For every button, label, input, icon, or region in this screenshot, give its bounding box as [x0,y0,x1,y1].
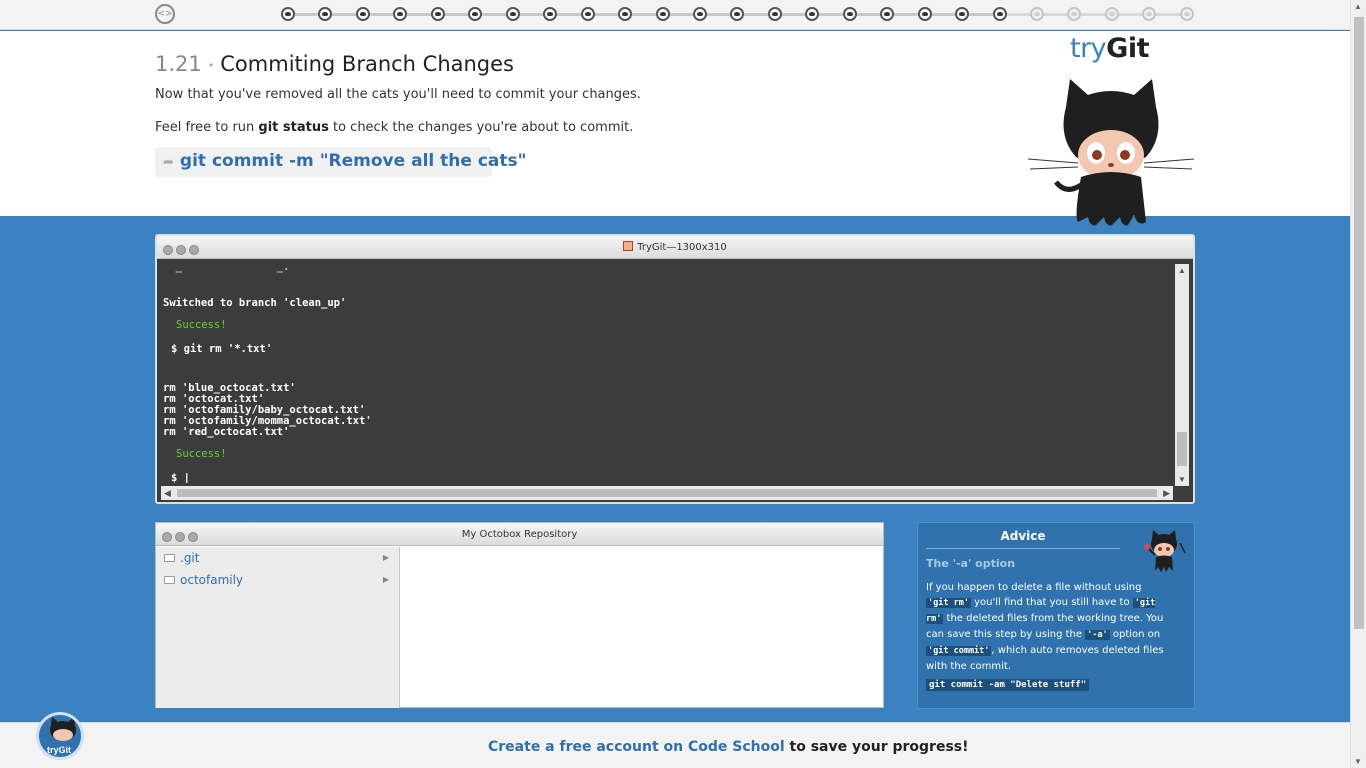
progress-step-16[interactable] [842,7,857,21]
maximize-icon[interactable] [188,532,198,542]
terminal-prompt-line: $ git rm '*.txt' [171,343,273,355]
progress-step-6[interactable] [468,7,483,21]
progress-step-15[interactable] [805,7,820,21]
file-browser: .git ▶ octofamily ▶ [156,547,400,708]
progress-step-21[interactable] [1030,7,1044,21]
lesson-title: Commiting Branch Changes [220,52,514,76]
success-line: Success! [176,448,227,460]
repository-window: My Octobox Repository .git ▶ octofamily … [155,522,884,708]
progress-step-20[interactable] [992,7,1007,21]
truncated-line: _ _. [163,261,290,273]
trygit-logo: tryGit [1070,33,1149,64]
progress-step-8[interactable] [543,7,558,21]
minimize-icon[interactable] [176,245,186,255]
window-controls[interactable] [162,529,201,547]
octocat-illustration [1027,79,1195,226]
scroll-down-icon[interactable]: ▼ [1175,475,1189,484]
scroll-right-icon[interactable]: ▶ [1163,486,1170,500]
progress-step-1[interactable] [281,7,295,21]
code-nav-icon[interactable]: <> [155,4,175,24]
footer-bar: Create a free account on Code School to … [0,722,1350,768]
create-account-link[interactable]: Create a free account on Code School [488,739,785,755]
window-controls[interactable] [163,242,202,260]
badge-label: tryGit [47,745,72,755]
progress-step-22[interactable] [1067,7,1082,21]
lesson-heading: 1.21 • Commiting Branch Changes [155,52,514,76]
terminal-horizontal-scrollbar[interactable]: ◀ ▶ [161,486,1173,500]
progress-step-14[interactable] [767,7,782,21]
progress-step-23[interactable] [1104,7,1119,21]
lesson-header: 1.21 • Commiting Branch Changes Now that y… [0,31,1350,226]
footer-message: Create a free account on Code School to … [488,739,969,755]
progress-step-12[interactable] [692,7,707,21]
advice-panel: Advice The '-a' option If you happen to … [917,522,1195,709]
folder-icon [164,554,175,562]
folder-git[interactable]: .git ▶ [156,547,399,569]
folder-icon [164,576,175,584]
minimize-icon[interactable] [175,532,185,542]
progress-step-25[interactable] [1179,7,1194,21]
lesson-number: 1.21 [155,52,202,76]
command-text: git commit -m "Remove all the cats" [179,151,527,171]
octocat-advice-icon [1144,530,1186,572]
chevron-right-icon: ▶ [382,553,389,562]
terminal-line: rm 'red_octocat.txt' [163,426,290,438]
scroll-left-icon[interactable]: ◀ [164,486,171,500]
scroll-up-icon[interactable]: ▲ [1354,2,1362,11]
close-icon[interactable] [163,245,173,255]
repository-titlebar: My Octobox Repository [156,523,883,546]
terminal-titlebar: TryGit—1300x310 [157,236,1193,259]
progress-step-17[interactable] [880,7,895,21]
repository-title: My Octobox Repository [461,529,578,540]
command-suggestion-button[interactable]: ➦ git commit -m "Remove all the cats" [155,147,526,177]
divider [926,548,1120,549]
chevron-right-icon: ▶ [382,575,389,584]
trygit-badge[interactable]: tryGit [36,712,84,760]
progress-step-11[interactable] [655,7,670,21]
folder-octofamily[interactable]: octofamily ▶ [156,569,399,591]
progress-step-4[interactable] [393,7,408,21]
terminal-vertical-scrollbar[interactable]: ▲ ▼ [1175,264,1189,486]
advice-body: If you happen to delete a file without u… [926,582,1164,672]
advice-command: git commit -am "Delete stuff" [926,679,1090,691]
terminal-output[interactable]: _ _. Switched to branch 'clean_up' Succe… [163,261,1173,483]
progress-step-3[interactable] [355,7,370,21]
maximize-icon[interactable] [189,245,199,255]
folder-label: octofamily [180,573,244,587]
page-scroll-thumb[interactable] [1354,17,1364,629]
progress-step-7[interactable] [505,7,520,21]
terminal-window[interactable]: TryGit—1300x310 _ _. Switched to branch … [155,234,1195,504]
home-icon [623,241,634,251]
progress-bar: <> [0,0,1350,30]
advice-title: Advice [1000,529,1046,543]
scroll-down-icon[interactable]: ▼ [1354,757,1362,766]
progress-step-18[interactable] [917,7,932,21]
lesson-hint: Feel free to run git status to check the… [155,120,634,135]
progress-step-2[interactable] [318,7,333,21]
progress-step-19[interactable] [955,7,970,21]
scroll-thumb[interactable] [177,489,1157,497]
advice-subtitle: The '-a' option [926,557,1016,570]
page-scrollbar[interactable]: ▲ ▼ [1350,0,1366,768]
folder-label: .git [180,551,200,565]
forward-arrow-icon: ➦ [163,155,174,170]
success-line: Success! [176,319,227,331]
terminal-line: Switched to branch 'clean_up' [163,297,347,309]
scroll-up-icon[interactable]: ▲ [1175,266,1189,275]
scroll-thumb[interactable] [1177,432,1187,466]
progress-step-5[interactable] [430,7,445,21]
terminal-title: TryGit—1300x310 [637,242,727,253]
terminal-input-prompt[interactable]: $ | [171,472,190,483]
progress-step-10[interactable] [618,7,633,21]
lesson-instruction: Now that you've removed all the cats you… [155,87,641,102]
progress-step-13[interactable] [730,7,745,21]
progress-step-9[interactable] [580,7,595,21]
progress-step-24[interactable] [1142,7,1157,21]
close-icon[interactable] [162,532,172,542]
